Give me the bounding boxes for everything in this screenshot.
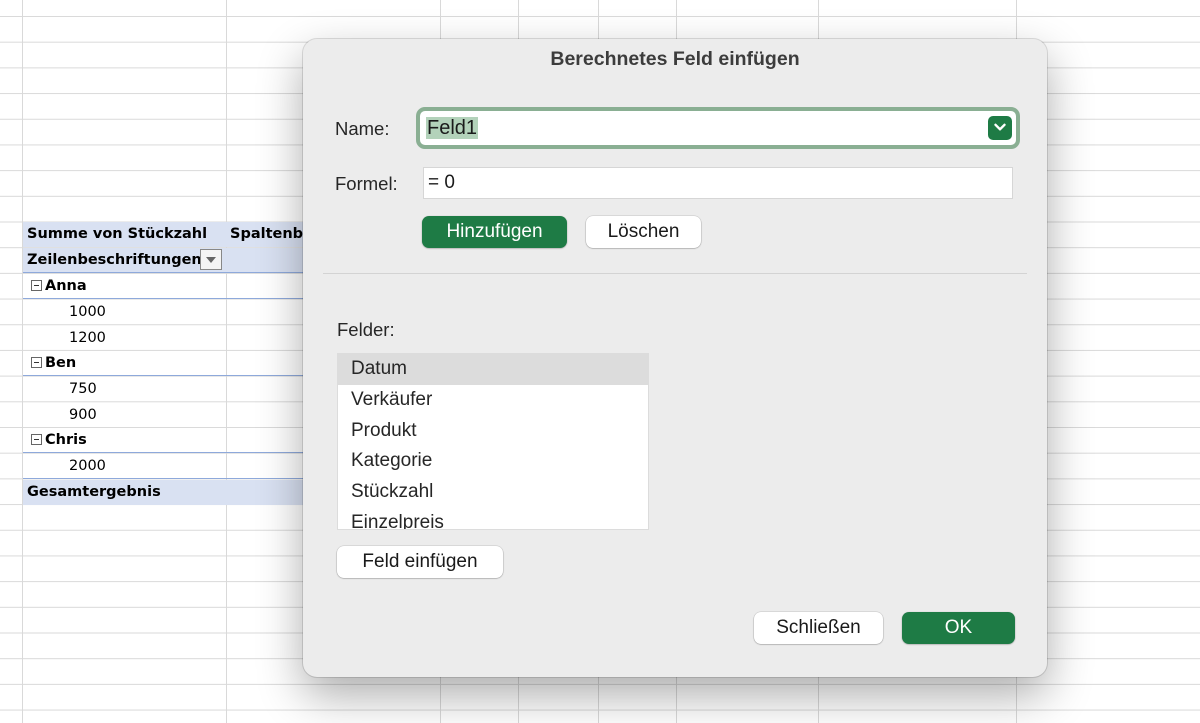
list-item[interactable]: Stückzahl	[338, 477, 648, 508]
add-button[interactable]: Hinzufügen	[422, 216, 567, 248]
ok-button[interactable]: OK	[902, 612, 1015, 644]
pivot-item-value: 1200	[69, 330, 106, 346]
divider	[323, 273, 1027, 274]
pivot-item-row[interactable]: 1000	[23, 300, 305, 325]
pivot-row-labels-row: Zeilenbeschriftungen	[23, 248, 305, 273]
collapse-icon[interactable]	[31, 433, 42, 445]
list-item[interactable]: Einzelpreis	[338, 508, 648, 529]
pivot-total-label: Gesamtergebnis	[27, 484, 161, 500]
pivot-group-row[interactable]: Ben	[23, 351, 305, 376]
pivot-group-name: Anna	[45, 278, 87, 294]
pivot-group-row[interactable]: Chris	[23, 428, 305, 453]
dialog-title: Berechnetes Feld einfügen	[550, 48, 800, 70]
pivot-item-row[interactable]: 750	[23, 377, 305, 402]
name-combobox[interactable]: Feld1	[416, 107, 1020, 149]
insert-calculated-field-dialog: Berechnetes Feld einfügen Name: Feld1 Fo…	[303, 39, 1047, 677]
fields-listbox[interactable]: Datum Verkäufer Produkt Kategorie Stückz…	[337, 353, 649, 530]
name-label: Name:	[335, 118, 390, 139]
pivot-group-name: Ben	[45, 355, 77, 371]
pivot-item-row[interactable]: 2000	[23, 454, 305, 479]
formula-input[interactable]: = 0	[423, 167, 1013, 199]
pivot-values-header[interactable]: Summe von Stückzahl	[27, 222, 207, 247]
collapse-icon[interactable]	[31, 356, 42, 368]
pivot-group-row[interactable]: Anna	[23, 274, 305, 299]
name-value: Feld1	[426, 117, 479, 139]
pivot-item-row[interactable]: 900	[23, 403, 305, 428]
delete-button[interactable]: Löschen	[586, 216, 701, 248]
filter-dropdown-icon[interactable]	[200, 249, 222, 270]
pivot-item-row[interactable]: 1200	[23, 326, 305, 351]
list-item[interactable]: Produkt	[338, 416, 648, 447]
pivot-row-labels-header[interactable]: Zeilenbeschriftungen	[27, 248, 202, 272]
pivot-item-value: 750	[69, 381, 97, 397]
list-item[interactable]: Verkäufer	[338, 385, 648, 416]
insert-field-button[interactable]: Feld einfügen	[337, 546, 503, 578]
fields-label: Felder:	[337, 319, 395, 340]
chevron-down-icon[interactable]	[988, 116, 1012, 140]
formula-label: Formel:	[335, 173, 398, 194]
close-button[interactable]: Schließen	[754, 612, 883, 644]
pivot-item-value: 900	[69, 407, 97, 423]
pivot-column-labels-header[interactable]: Spaltenbeschriftungen	[230, 222, 305, 247]
list-item[interactable]: Datum	[338, 354, 648, 385]
pivot-header-row: Summe von Stückzahl Spaltenbeschriftunge…	[23, 222, 305, 247]
pivot-item-value: 2000	[69, 458, 106, 474]
name-input[interactable]: Feld1	[426, 111, 479, 145]
collapse-icon[interactable]	[31, 279, 42, 291]
pivot-group-name: Chris	[45, 432, 87, 448]
pivot-item-value: 1000	[69, 304, 106, 320]
pivot-total-row[interactable]: Gesamtergebnis	[23, 480, 305, 505]
list-item[interactable]: Kategorie	[338, 446, 648, 477]
